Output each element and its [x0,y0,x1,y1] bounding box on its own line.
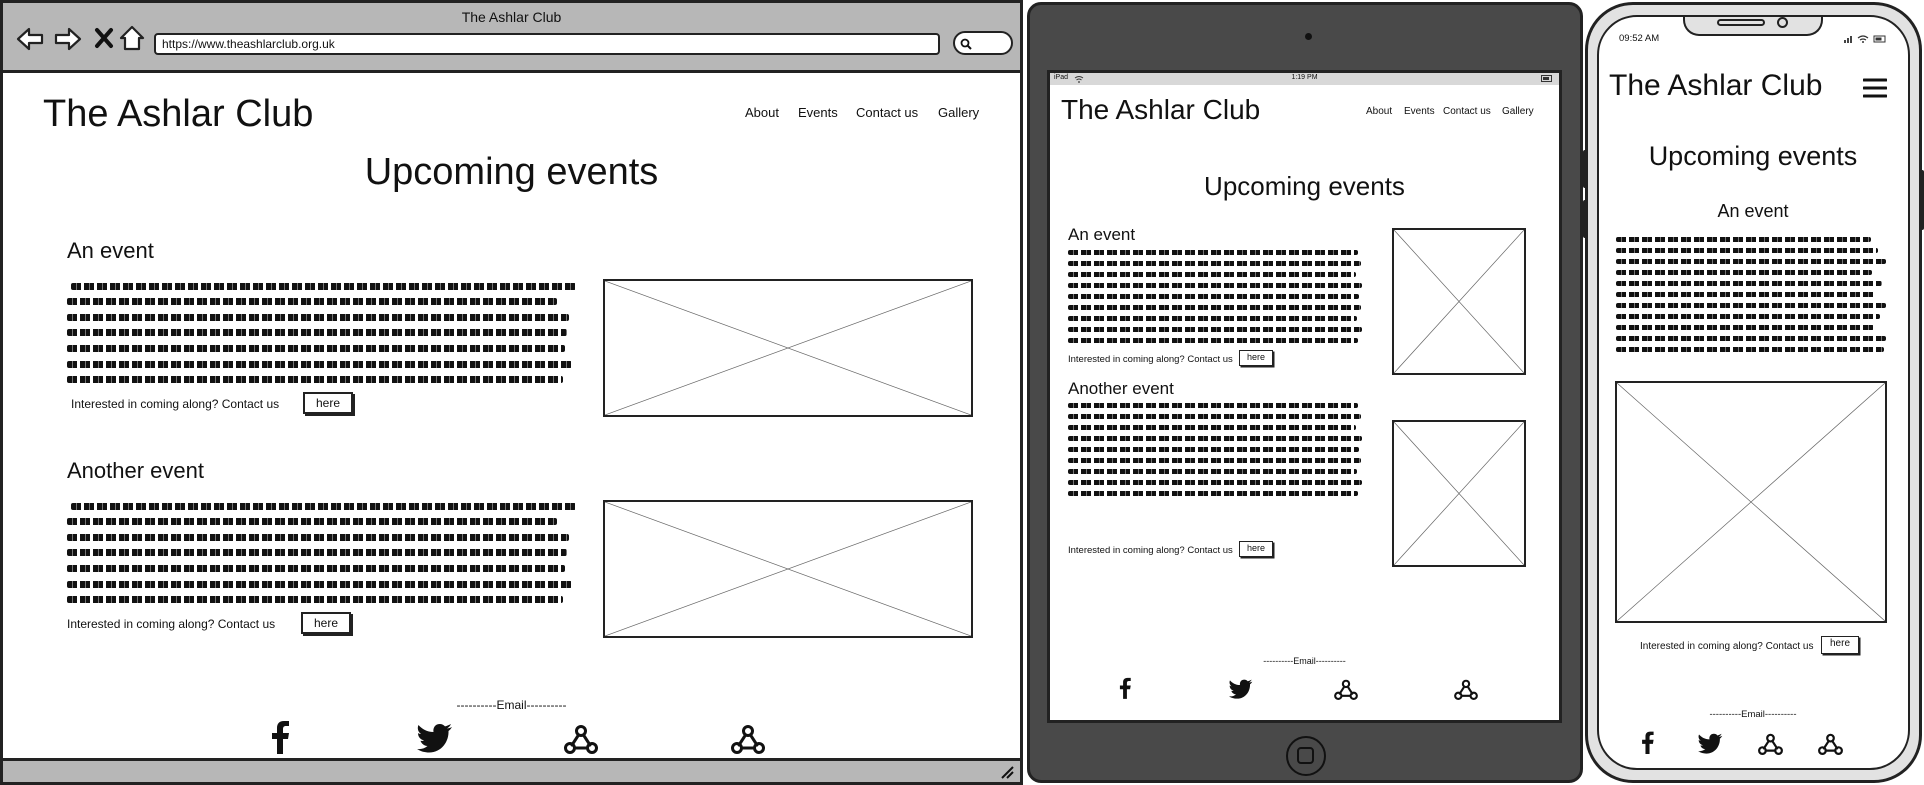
contact-here-button[interactable]: here [1239,541,1273,557]
home-icon[interactable] [118,24,146,52]
contact-here-button[interactable]: here [1821,636,1859,654]
browser-toolbar: The Ashlar Club https://www.theashlarclu… [3,3,1020,73]
webhook-icon[interactable] [1334,679,1358,700]
tablet-screen: iPad 1:19 PM The Ashlar Club About Event… [1047,70,1562,723]
nav-events[interactable]: Events [798,105,838,120]
nav-events[interactable]: Events [1404,106,1435,117]
nav-contact-us[interactable]: Contact us [856,105,918,120]
contact-here-button[interactable]: here [303,392,353,414]
forward-arrow-icon[interactable] [53,25,83,53]
nav-gallery[interactable]: Gallery [1502,106,1534,117]
event-cta-text: Interested in coming along? Contact us [1640,641,1814,652]
webhook-icon[interactable] [1454,679,1478,700]
webhook-icon[interactable] [1818,733,1843,755]
resize-grip-icon[interactable] [1000,765,1014,779]
twitter-icon[interactable] [1698,733,1723,754]
phone-notch [1683,17,1823,36]
phone-side-button [1583,150,1587,188]
footer-email-link[interactable]: ----------Email---------- [1050,656,1559,666]
contact-here-button[interactable]: here [1239,350,1273,366]
event-description-scribble [67,281,577,391]
event-title: An event [1068,225,1136,244]
page-heading: Upcoming events [1204,171,1405,201]
footer-email-link[interactable]: ----------Email---------- [3,698,1020,712]
twitter-icon[interactable] [417,723,453,753]
event-cta-text: Interested in coming along? Contact us [71,397,280,411]
phone-side-button [1920,170,1924,230]
event-cta-text: Interested in coming along? Contact us [1068,354,1233,365]
site-title[interactable]: The Ashlar Club [1609,69,1822,103]
search-icon [960,38,972,50]
event-image-placeholder [1392,420,1526,567]
address-bar[interactable]: https://www.theashlarclub.org.uk [154,33,940,55]
page-heading: Upcoming events [1648,141,1858,171]
event-description-scribble [1616,237,1888,367]
phone-mockup: 09:52 AM The Ashlar Club Upcoming events… [1583,2,1924,783]
event-title: Another event [1068,379,1174,398]
page-heading: Upcoming events [364,151,659,193]
battery-icon [1541,75,1552,82]
nav-contact-us[interactable]: Contact us [1443,106,1491,117]
facebook-icon[interactable] [1640,731,1655,754]
tablet-mockup: iPad 1:19 PM The Ashlar Club About Event… [1027,2,1583,783]
event-image-placeholder [1615,381,1887,623]
phone-screen: 09:52 AM The Ashlar Club Upcoming events… [1597,15,1910,770]
event-image-placeholder [603,279,973,417]
event-cta-text: Interested in coming along? Contact us [1068,545,1233,556]
search-box[interactable] [953,31,1013,55]
hamburger-menu-icon[interactable] [1863,77,1887,99]
status-time: 09:52 AM [1619,33,1660,44]
back-arrow-icon[interactable] [15,25,45,53]
status-icons [1844,35,1886,43]
phone-side-button [1583,200,1587,238]
event-description-scribble [1068,403,1363,503]
site-title[interactable]: The Ashlar Club [1061,94,1260,126]
event-title: An event [1717,201,1789,221]
footer-email-link[interactable]: ----------Email---------- [1599,709,1907,720]
tablet-camera [1305,33,1312,40]
event-cta-text: Interested in coming along? Contact us [67,617,276,631]
tablet-status-bar: iPad 1:19 PM [1050,73,1559,85]
tablet-home-button[interactable] [1286,736,1326,776]
contact-here-button[interactable]: here [301,612,351,634]
window-title: The Ashlar Club [461,9,562,25]
nav-about[interactable]: About [745,105,779,120]
event-description-scribble [1068,250,1363,350]
webhook-icon[interactable] [564,724,598,754]
event-title: An event [67,238,154,263]
event-description-scribble [67,501,577,611]
event-image-placeholder [1392,228,1526,375]
desktop-browser-mockup: The Ashlar Club https://www.theashlarclu… [0,0,1023,785]
webhook-icon[interactable] [1758,733,1783,755]
facebook-icon[interactable] [269,720,291,754]
close-icon[interactable] [94,27,114,49]
nav-about[interactable]: About [1366,106,1392,117]
twitter-icon[interactable] [1229,679,1253,699]
site-title[interactable]: The Ashlar Club [43,93,313,136]
event-image-placeholder [603,500,973,638]
browser-status-bar [3,758,1020,782]
webhook-icon[interactable] [731,724,765,754]
status-time: 1:19 PM [1291,74,1318,81]
nav-gallery[interactable]: Gallery [938,105,979,120]
event-title: Another event [67,458,204,483]
facebook-icon[interactable] [1118,677,1132,699]
